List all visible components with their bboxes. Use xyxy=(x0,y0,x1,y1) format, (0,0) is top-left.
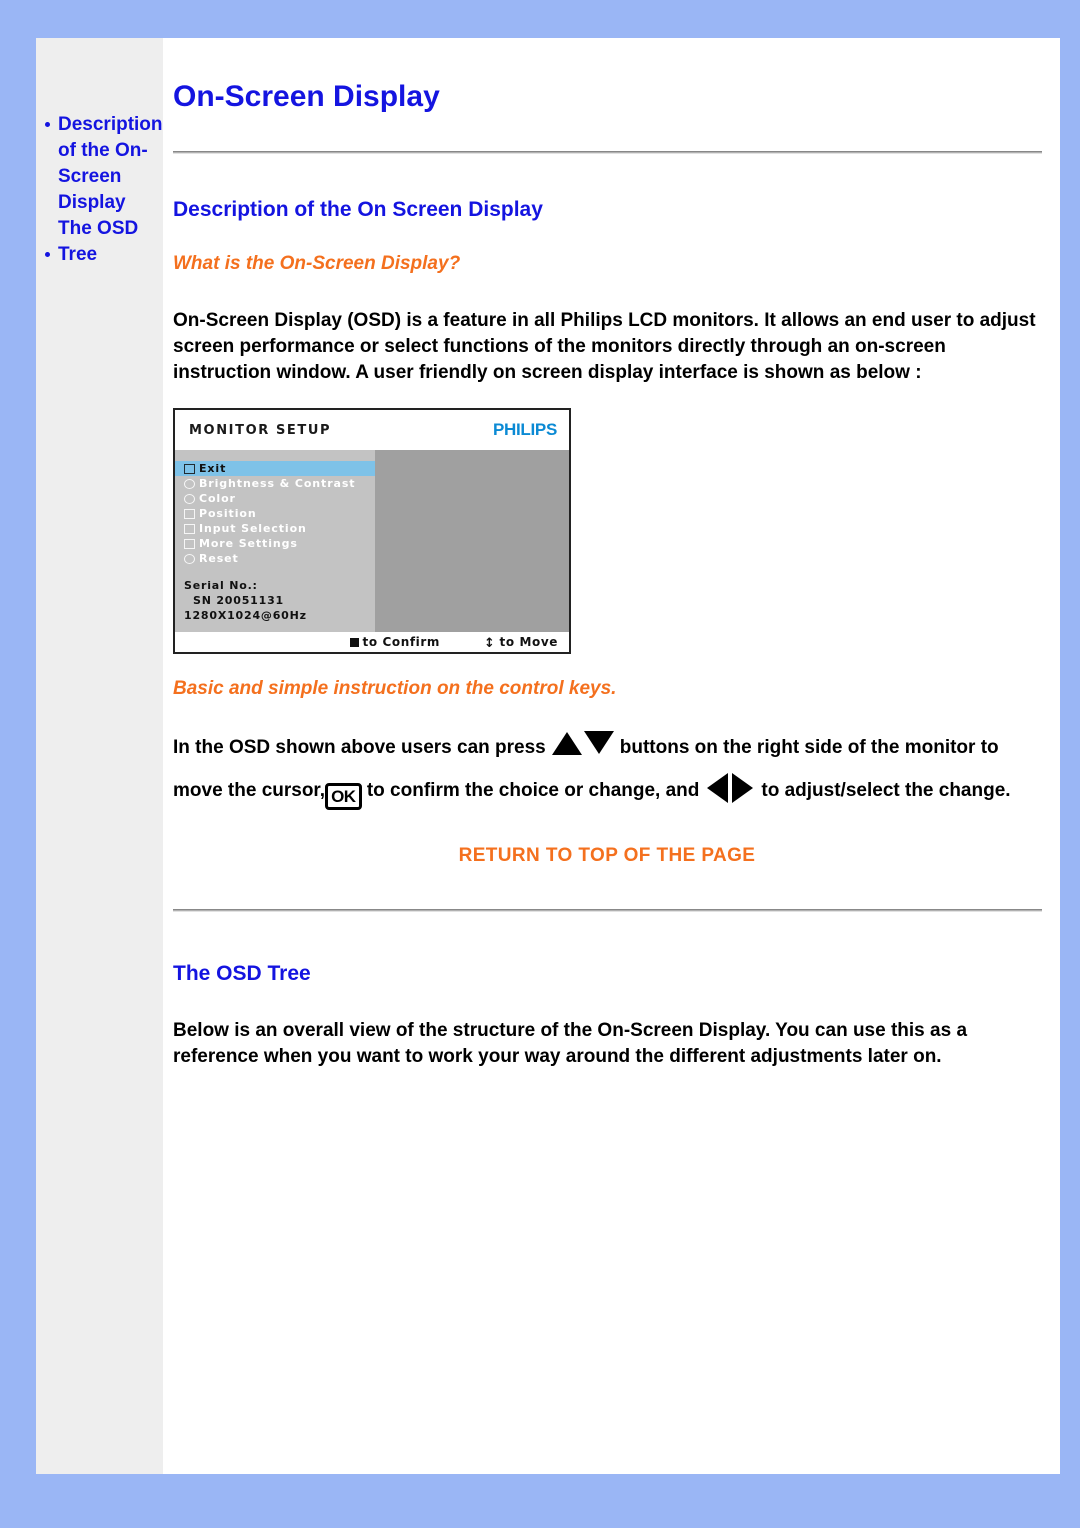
paragraph-osd-tree: Below is an overall view of the structur… xyxy=(173,1020,968,1067)
osd-menu-label: Color xyxy=(199,492,236,505)
ok-key-icon: OK xyxy=(325,783,362,810)
triangle-right-icon xyxy=(732,773,754,803)
osd-serial-block: Serial No.: SN 20051131 1280X1024@60Hz xyxy=(175,578,375,623)
osd-menu-label: Input Selection xyxy=(199,522,307,535)
osd-menu-item-color[interactable]: Color xyxy=(175,491,375,506)
subheading-what-is-osd: What is the On-Screen Display? xyxy=(173,253,461,274)
content-inner: On-Screen Display Description of the On … xyxy=(173,38,1046,1070)
sidebar-item-description[interactable]: Description of the On-Screen Display xyxy=(36,112,163,216)
triangle-left-icon xyxy=(707,773,729,803)
osd-menu-label: Position xyxy=(199,507,257,520)
philips-logo: PHILIPS xyxy=(492,420,557,439)
triangle-down-icon xyxy=(583,731,614,754)
osd-body: Exit Brightness & Contrast Color Positio… xyxy=(175,450,569,632)
osd-menu-item-brightness-contrast[interactable]: Brightness & Contrast xyxy=(175,476,375,491)
osd-menu-item-position[interactable]: Position xyxy=(175,506,375,521)
osd-screenshot-figure: MONITOR SETUP PHILIPS Exit Brightness & … xyxy=(173,408,571,654)
brightness-icon xyxy=(184,478,195,489)
osd-menu-label: More Settings xyxy=(199,537,298,550)
reset-icon xyxy=(184,553,195,564)
control-keys-text-3: to confirm the choice or change, and xyxy=(366,780,700,801)
input-icon xyxy=(184,523,195,534)
osd-serial-value: SN 20051131 xyxy=(193,594,284,607)
bullet-icon xyxy=(45,122,50,127)
osd-menu-item-more-settings[interactable]: More Settings xyxy=(175,536,375,551)
osd-right-panel xyxy=(375,450,569,632)
document-page: Description of the On-Screen Display The… xyxy=(36,38,1060,1474)
osd-footer-confirm: to Confirm xyxy=(175,635,440,649)
confirm-key-icon xyxy=(350,638,360,647)
section-heading-osd-tree: The OSD Tree xyxy=(173,962,311,985)
up-down-arrow-icon: ↕ xyxy=(484,635,496,651)
settings-icon xyxy=(184,538,195,549)
sidebar-item-label: The OSD Tree xyxy=(58,218,139,265)
paragraph-control-keys: In the OSD shown above users can press bu… xyxy=(173,700,1041,812)
osd-menu-label: Exit xyxy=(199,462,227,475)
paragraph-osd-description: On-Screen Display (OSD) is a feature in … xyxy=(173,310,1036,383)
osd-footer-move: ↕ to Move xyxy=(440,635,569,650)
osd-serial-label: Serial No.: xyxy=(184,579,258,592)
exit-icon xyxy=(184,463,195,474)
triangle-up-icon xyxy=(551,732,582,755)
osd-menu-item-reset[interactable]: Reset xyxy=(175,551,375,566)
osd-footer-confirm-label: to Confirm xyxy=(362,635,440,649)
osd-menu-label: Reset xyxy=(199,552,239,565)
sidebar-item-label: Description of the On-Screen Display xyxy=(58,114,163,213)
bullet-icon xyxy=(45,252,50,257)
osd-footer-move-label: to Move xyxy=(499,634,559,649)
sidebar-list: Description of the On-Screen Display The… xyxy=(36,112,163,268)
osd-title: MONITOR SETUP xyxy=(189,422,332,438)
osd-header: MONITOR SETUP PHILIPS xyxy=(175,410,569,450)
control-keys-text-1: In the OSD shown above users can press xyxy=(173,737,546,758)
position-icon xyxy=(184,508,195,519)
osd-menu-label: Brightness & Contrast xyxy=(199,477,356,490)
osd-menu-item-input-selection[interactable]: Input Selection xyxy=(175,521,375,536)
subheading-control-keys: Basic and simple instruction on the cont… xyxy=(173,678,617,699)
osd-menu-item-exit[interactable]: Exit xyxy=(175,461,384,476)
return-to-top-link[interactable]: RETURN TO TOP OF THE PAGE xyxy=(173,812,1041,867)
control-keys-text-4: to adjust/select the change. xyxy=(761,780,1011,801)
section-heading-description: Description of the On Screen Display xyxy=(173,198,543,221)
sidebar-navigation: Description of the On-Screen Display The… xyxy=(36,38,163,1474)
color-icon xyxy=(184,493,195,504)
page-title: On-Screen Display xyxy=(173,80,440,113)
osd-footer: to Confirm ↕ to Move xyxy=(175,632,569,652)
osd-resolution: 1280X1024@60Hz xyxy=(184,609,307,622)
main-content: On-Screen Display Description of the On … xyxy=(163,38,1062,1474)
osd-menu-list: Exit Brightness & Contrast Color Positio… xyxy=(175,450,384,632)
sidebar-item-osd-tree[interactable]: The OSD Tree xyxy=(36,216,163,268)
